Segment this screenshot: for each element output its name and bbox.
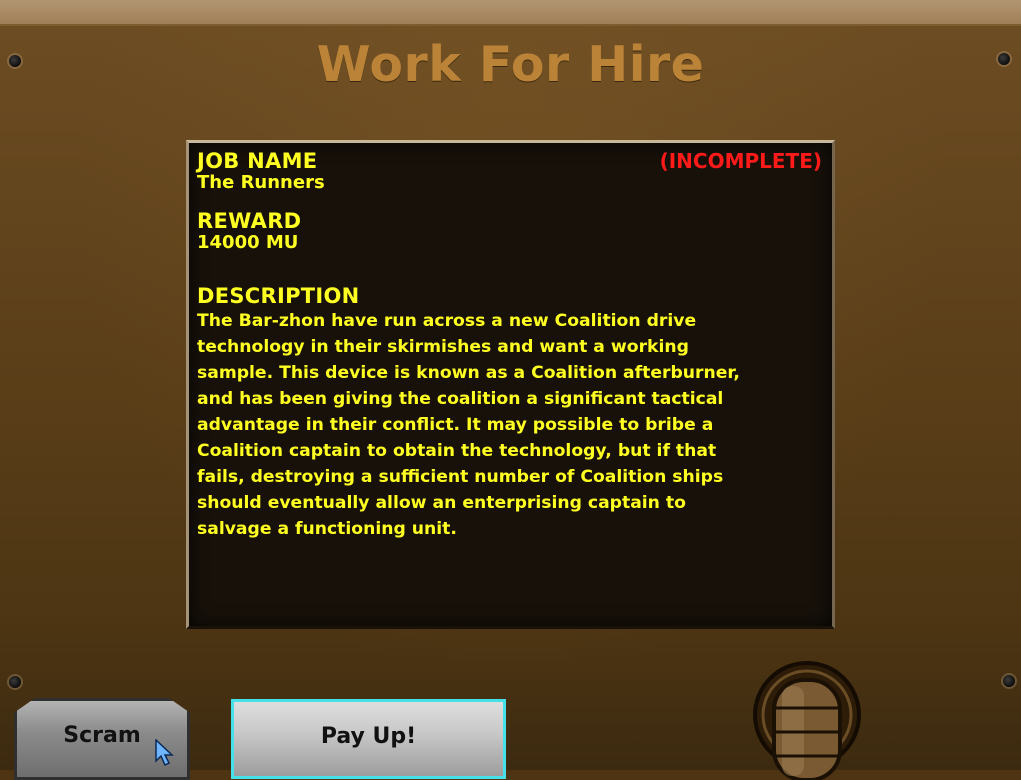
reward-value: 14000 MU: [197, 232, 299, 253]
description-heading: DESCRIPTION: [197, 284, 360, 308]
pay-up-button-label: Pay Up!: [320, 724, 417, 749]
scram-button-label: Scram: [63, 723, 141, 748]
reward-heading: REWARD: [197, 209, 302, 233]
screen-title: Work For Hire: [316, 36, 705, 93]
pay-up-button[interactable]: Pay Up!: [231, 699, 506, 779]
bolt-icon: [9, 676, 21, 688]
arrow-cursor-icon: [155, 739, 174, 767]
job-info-screen: (INCOMPLETE) JOB NAME The Runners REWARD…: [186, 140, 835, 629]
top-strip: [0, 0, 1021, 24]
job-info-content: (INCOMPLETE) JOB NAME The Runners REWARD…: [197, 149, 824, 542]
lever-knob-icon[interactable]: [752, 660, 862, 780]
job-name: The Runners: [197, 172, 325, 193]
bolt-icon: [1003, 675, 1015, 687]
job-status: (INCOMPLETE): [659, 149, 822, 173]
description-text: The Bar-zhon have run across a new Coali…: [197, 311, 740, 539]
